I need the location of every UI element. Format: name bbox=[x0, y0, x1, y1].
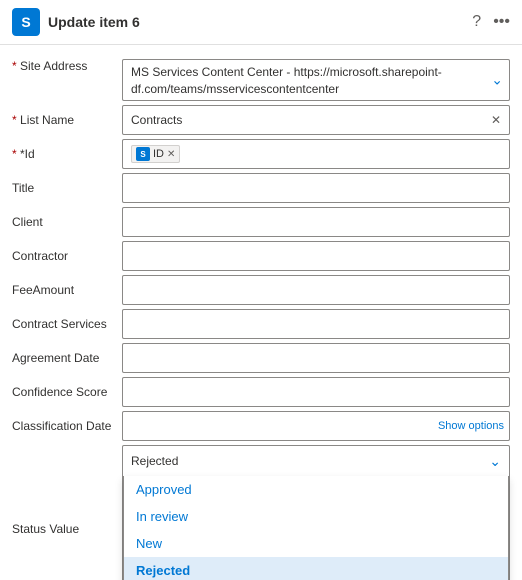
title-bar-actions: ? ••• bbox=[472, 13, 510, 31]
id-tag-label: ID bbox=[153, 148, 164, 160]
title-input[interactable] bbox=[122, 173, 510, 203]
id-row: *Id S ID ✕ bbox=[0, 137, 522, 171]
list-name-box[interactable]: Contracts ✕ bbox=[122, 105, 510, 135]
list-name-field: Contracts ✕ bbox=[122, 105, 510, 135]
client-label: Client bbox=[12, 215, 122, 229]
agreement-date-row: Agreement Date bbox=[0, 341, 522, 375]
title-bar: S Update item 6 ? ••• bbox=[0, 0, 522, 45]
classification-date-label: Classification Date bbox=[12, 419, 122, 433]
page-title: Update item 6 bbox=[48, 14, 464, 30]
fee-amount-field bbox=[122, 275, 510, 305]
agreement-date-label: Agreement Date bbox=[12, 351, 122, 365]
classification-date-field: Show options bbox=[122, 411, 510, 441]
status-chevron-icon: ⌄ bbox=[489, 453, 501, 470]
site-address-row: Site Address MS Services Content Center … bbox=[0, 53, 522, 103]
agreement-date-field bbox=[122, 343, 510, 373]
site-address-dropdown[interactable]: MS Services Content Center - https://mic… bbox=[122, 59, 510, 101]
confidence-score-row: Confidence Score bbox=[0, 375, 522, 409]
site-address-field: MS Services Content Center - https://mic… bbox=[122, 59, 510, 101]
title-row: Title bbox=[0, 171, 522, 205]
help-icon[interactable]: ? bbox=[472, 13, 481, 31]
contract-services-input[interactable] bbox=[122, 309, 510, 339]
client-row: Client bbox=[0, 205, 522, 239]
title-field bbox=[122, 173, 510, 203]
more-actions-icon[interactable]: ••• bbox=[493, 13, 510, 31]
confidence-score-field bbox=[122, 377, 510, 407]
id-tag-box[interactable]: S ID ✕ bbox=[122, 139, 510, 169]
list-name-label: List Name bbox=[12, 113, 122, 127]
contractor-row: Contractor bbox=[0, 239, 522, 273]
id-tag: S ID ✕ bbox=[131, 145, 180, 163]
id-tag-remove-icon[interactable]: ✕ bbox=[167, 149, 175, 160]
status-option-in-review[interactable]: In review bbox=[124, 503, 508, 530]
contractor-label: Contractor bbox=[12, 249, 122, 263]
status-value-dropdown[interactable]: Rejected ⌄ Approved In review New Reject… bbox=[122, 445, 510, 580]
form-container: Site Address MS Services Content Center … bbox=[0, 45, 522, 580]
contract-services-label: Contract Services bbox=[12, 317, 122, 331]
status-value-row: Status Value Rejected ⌄ Approved In revi… bbox=[0, 443, 522, 580]
title-label: Title bbox=[12, 181, 122, 195]
agreement-date-input[interactable] bbox=[122, 343, 510, 373]
status-dropdown-menu: Approved In review New Rejected Enter cu… bbox=[123, 476, 509, 580]
list-name-value: Contracts bbox=[131, 113, 182, 127]
fee-amount-input[interactable] bbox=[122, 275, 510, 305]
fee-amount-row: FeeAmount bbox=[0, 273, 522, 307]
status-option-rejected[interactable]: Rejected bbox=[124, 557, 508, 580]
contractor-field bbox=[122, 241, 510, 271]
app-icon: S bbox=[12, 8, 40, 36]
client-field bbox=[122, 207, 510, 237]
confidence-score-input[interactable] bbox=[122, 377, 510, 407]
client-input[interactable] bbox=[122, 207, 510, 237]
site-address-chevron-icon: ⌄ bbox=[491, 72, 503, 89]
list-name-row: List Name Contracts ✕ bbox=[0, 103, 522, 137]
id-field: S ID ✕ bbox=[122, 139, 510, 169]
status-option-approved[interactable]: Approved bbox=[124, 476, 508, 503]
status-value-field: Rejected ⌄ Approved In review New Reject… bbox=[122, 445, 510, 580]
id-label: *Id bbox=[12, 147, 122, 161]
id-tag-icon: S bbox=[136, 147, 150, 161]
contract-services-row: Contract Services bbox=[0, 307, 522, 341]
classification-date-row: Classification Date Show options bbox=[0, 409, 522, 443]
contractor-input[interactable] bbox=[122, 241, 510, 271]
status-selected-text: Rejected bbox=[131, 454, 178, 468]
status-value-label: Status Value bbox=[12, 522, 122, 536]
confidence-score-label: Confidence Score bbox=[12, 385, 122, 399]
site-address-value: MS Services Content Center - https://mic… bbox=[131, 64, 481, 98]
status-option-new[interactable]: New bbox=[124, 530, 508, 557]
status-selected-value: Rejected ⌄ bbox=[123, 446, 509, 476]
fee-amount-label: FeeAmount bbox=[12, 283, 122, 297]
site-address-label: Site Address bbox=[12, 59, 122, 73]
list-name-clear-icon[interactable]: ✕ bbox=[491, 113, 501, 127]
show-options-link[interactable]: Show options bbox=[438, 420, 504, 432]
contract-services-field bbox=[122, 309, 510, 339]
